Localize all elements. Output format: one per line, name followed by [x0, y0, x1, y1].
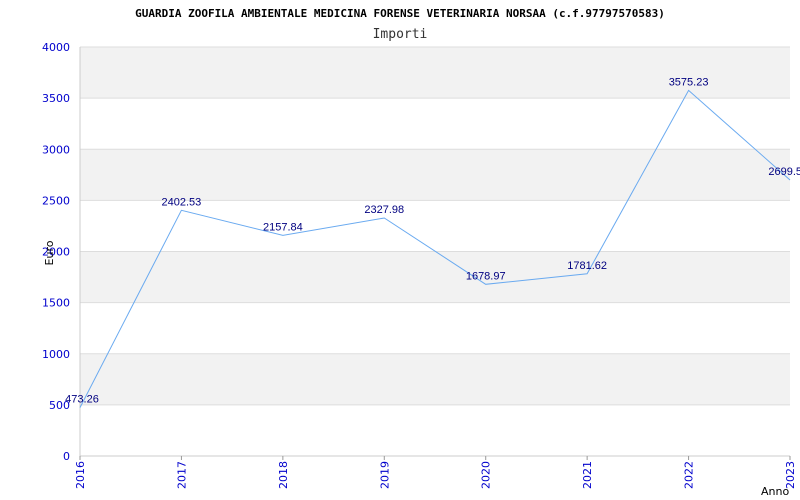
y-tick-label: 3000 [42, 143, 70, 156]
x-tick-label: 2019 [378, 461, 391, 489]
x-tick-label: 2018 [277, 461, 290, 489]
data-label: 2327.98 [364, 204, 404, 216]
grid-band [80, 353, 790, 405]
grid-band [80, 251, 790, 303]
background-bands [80, 47, 790, 405]
data-label: 2402.53 [162, 196, 202, 208]
x-tick-label: 2016 [74, 461, 87, 489]
data-label: 3575.23 [669, 76, 709, 88]
data-label: 2699.5 [768, 166, 800, 178]
chart-subtitle: Importi [373, 27, 428, 42]
x-tick-label: 2022 [683, 461, 696, 489]
data-label: 473.26 [65, 394, 99, 406]
grid-band [80, 149, 790, 201]
chart-title: GUARDIA ZOOFILA AMBIENTALE MEDICINA FORE… [135, 7, 665, 20]
data-label: 2157.84 [263, 221, 303, 233]
x-tick-labels: 2016 2017 2018 2019 2020 2021 2022 2023 [74, 456, 797, 489]
y-tick-label: 2500 [42, 194, 70, 207]
y-tick-label: 3500 [42, 92, 70, 105]
y-axis-title: Euro [43, 240, 56, 265]
y-tick-label: 0 [63, 450, 70, 463]
grid-band [80, 47, 790, 99]
x-tick-label: 2021 [581, 461, 594, 489]
x-axis-title: Anno [761, 485, 789, 498]
x-tick-label: 2020 [480, 461, 493, 489]
y-tick-label: 1500 [42, 297, 70, 310]
y-tick-label: 1000 [42, 348, 70, 361]
line-chart: 05001000150020002500300035004000 2016 201… [42, 7, 800, 498]
y-tick-label: 4000 [42, 41, 70, 54]
x-tick-label: 2017 [175, 461, 188, 489]
data-label: 1678.97 [466, 270, 506, 282]
data-label: 1781.62 [567, 260, 607, 272]
